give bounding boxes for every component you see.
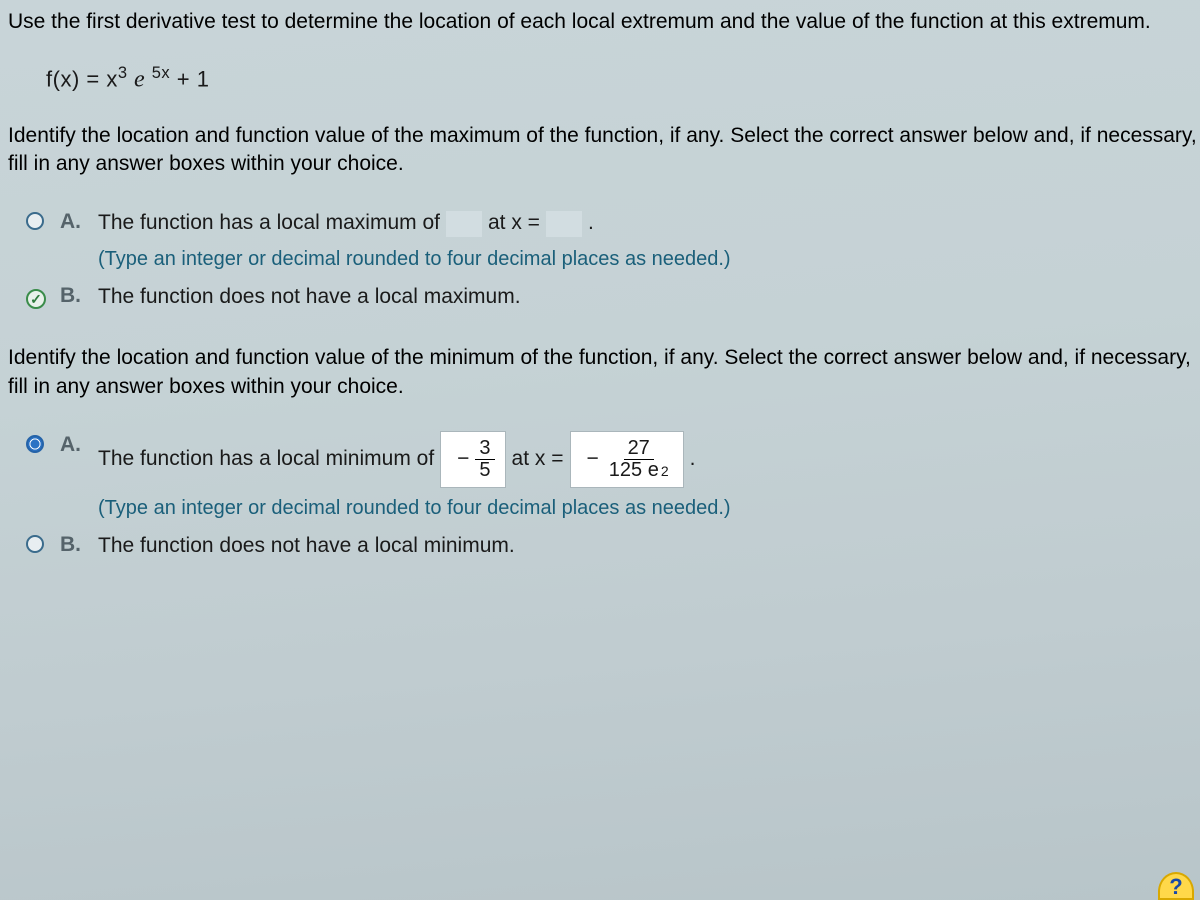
check-icon[interactable]: ✓	[26, 289, 46, 309]
answer-box-min-value[interactable]: −35	[440, 431, 505, 488]
min-choice-a[interactable]: A. The function has a local minimum of −…	[26, 431, 1200, 523]
radio-icon[interactable]	[26, 535, 44, 553]
min-a-text-mid: at x =	[512, 444, 564, 474]
max-a-hint: (Type an integer or decimal rounded to f…	[98, 245, 1200, 274]
min-a-hint: (Type an integer or decimal rounded to f…	[98, 494, 1200, 523]
problem-statement: Use the first derivative test to determi…	[8, 8, 1200, 36]
radio-icon[interactable]	[26, 212, 44, 230]
equation-tail: + 1	[170, 67, 209, 92]
radio-selected-icon[interactable]	[26, 435, 44, 453]
min-choice-b[interactable]: B. The function does not have a local mi…	[26, 531, 1200, 561]
function-equation: f(x) = x3 e 5x + 1	[46, 64, 1200, 93]
min-b-text: The function does not have a local minim…	[98, 534, 515, 557]
choice-body: The function has a local maximum of at x…	[98, 208, 1200, 273]
max-b-text: The function does not have a local maxim…	[98, 285, 521, 308]
equation-lhs: f(x) = x	[46, 67, 118, 92]
max-choices: A. The function has a local maximum of a…	[26, 208, 1200, 312]
answer-blank-2[interactable]	[546, 211, 582, 237]
answer-box-min-x[interactable]: −27125 e2	[570, 431, 684, 488]
min-choices: A. The function has a local minimum of −…	[26, 431, 1200, 561]
max-choice-b[interactable]: ✓ B. The function does not have a local …	[26, 282, 1200, 312]
neg-sign: −	[587, 447, 599, 470]
choice-letter: A.	[60, 208, 88, 234]
answer-blank-1[interactable]	[446, 211, 482, 237]
fraction-1: 35	[475, 438, 494, 481]
fraction-2: 27125 e2	[605, 438, 673, 481]
period: .	[690, 444, 696, 474]
max-a-text-mid: at x =	[488, 208, 540, 238]
help-icon[interactable]: ?	[1158, 872, 1194, 900]
period: .	[588, 208, 594, 238]
choice-body: The function has a local minimum of −35 …	[98, 431, 1200, 523]
frac1-num: 3	[475, 438, 494, 460]
frac2-num: 27	[624, 438, 654, 460]
choice-body: The function does not have a local minim…	[98, 531, 1200, 561]
frac1-den: 5	[475, 460, 494, 481]
min-instruction: Identify the location and function value…	[8, 344, 1200, 401]
equation-exp2: 5x	[152, 64, 170, 82]
max-choice-a[interactable]: A. The function has a local maximum of a…	[26, 208, 1200, 273]
equation-exp1: 3	[118, 64, 128, 82]
choice-letter: B.	[60, 531, 88, 557]
choice-letter: B.	[60, 282, 88, 308]
max-instruction: Identify the location and function value…	[8, 122, 1200, 179]
choice-letter: A.	[60, 431, 88, 457]
frac2-den: 125 e2	[605, 460, 673, 481]
choice-body: The function does not have a local maxim…	[98, 282, 1200, 312]
neg-sign: −	[457, 447, 469, 470]
frac2-den-exp: 2	[661, 464, 669, 479]
equation-e: e	[128, 67, 152, 93]
max-a-text-pre: The function has a local maximum of	[98, 208, 440, 238]
min-a-text-pre: The function has a local minimum of	[98, 444, 434, 474]
frac2-den-base: 125 e	[609, 460, 659, 481]
